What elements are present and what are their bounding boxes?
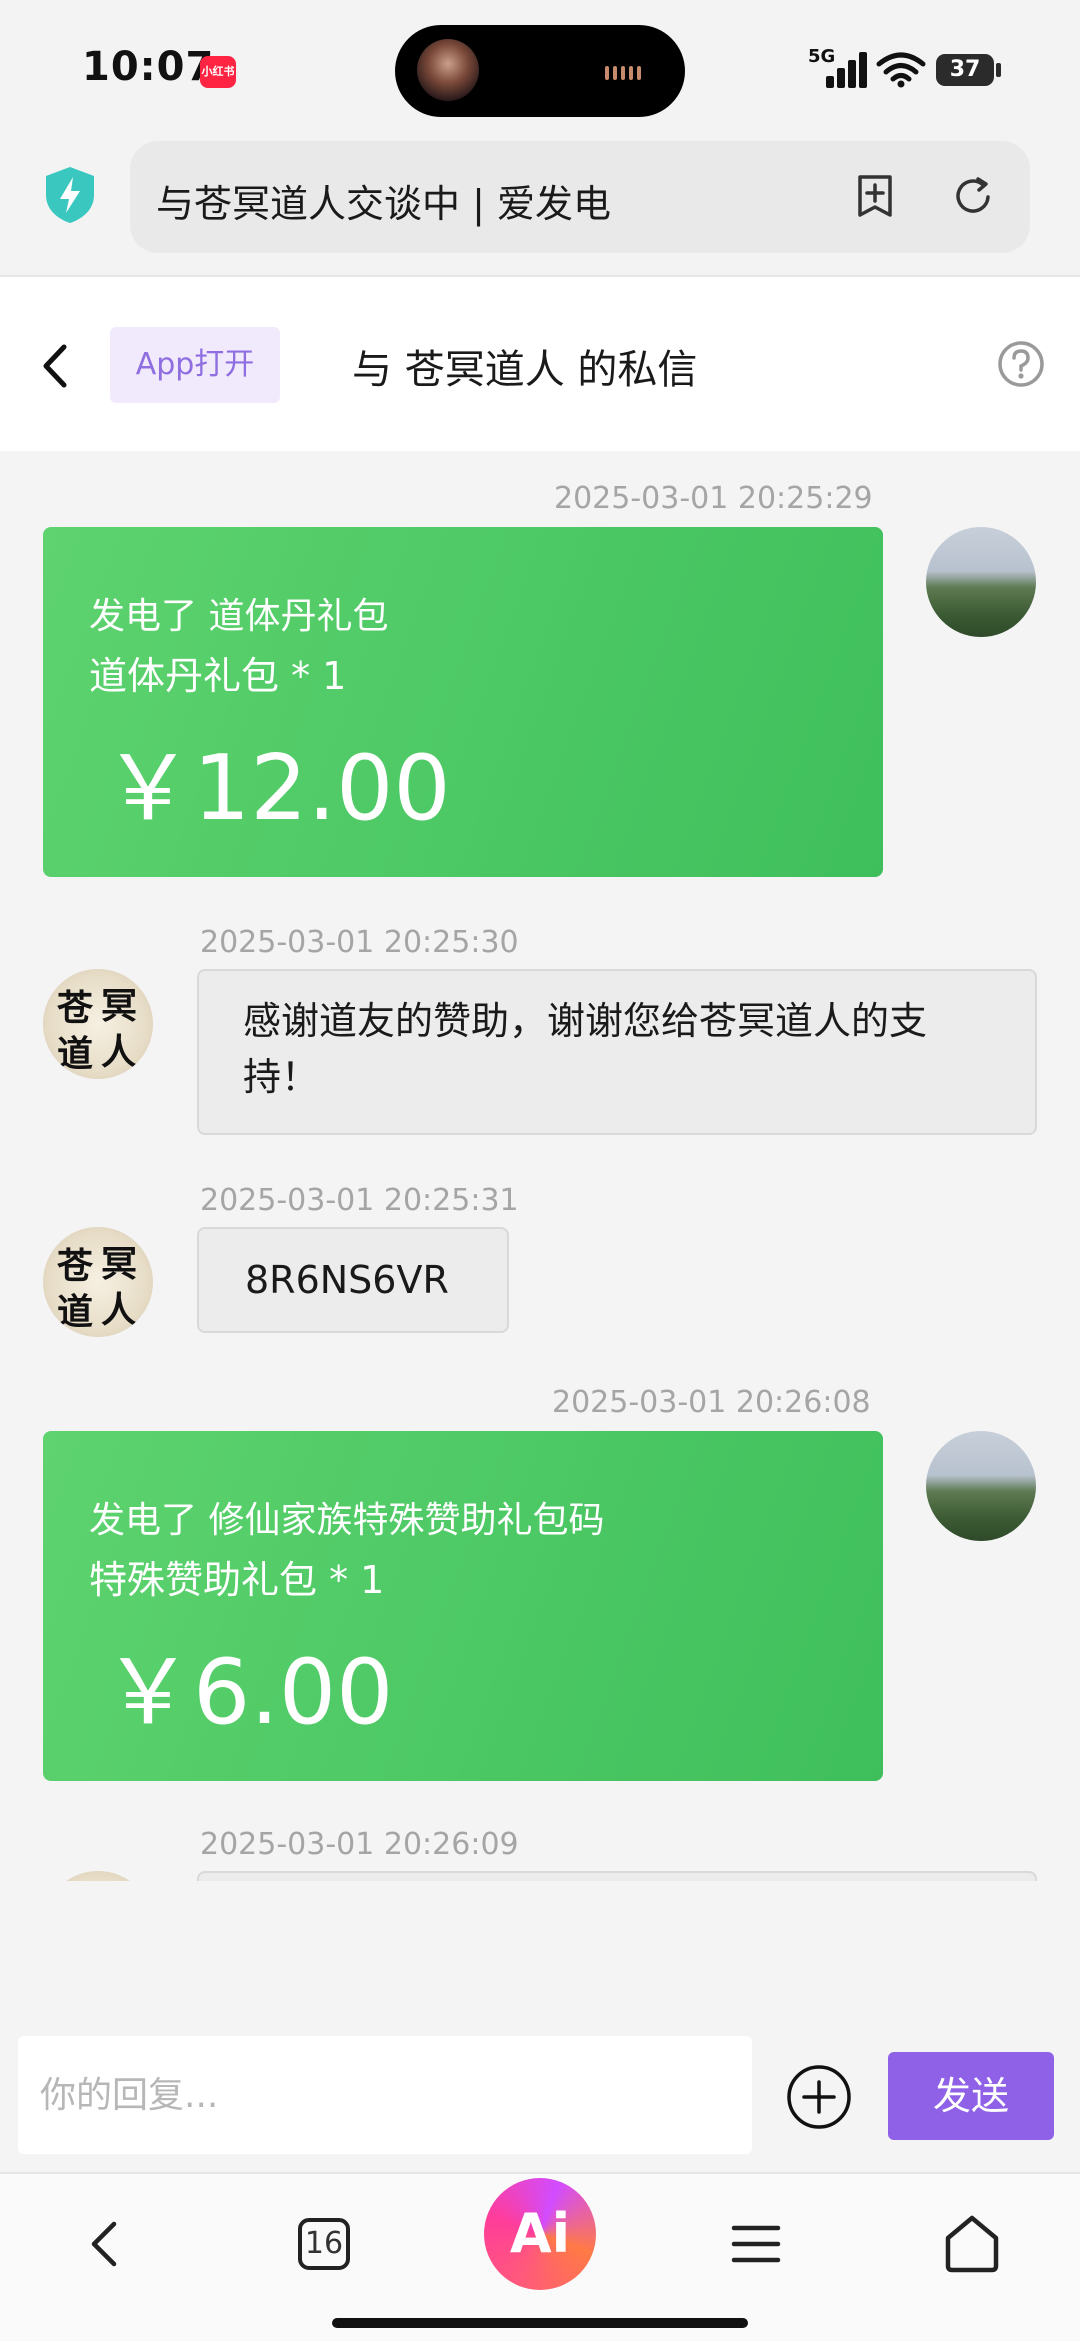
dynamic-island[interactable] [395, 25, 685, 117]
status-bar: 10:07 小红书 5G 37 [0, 0, 1080, 135]
ai-assistant-button[interactable]: Ai [484, 2178, 596, 2290]
sponsor-item: 道体丹礼包 * 1 [89, 654, 347, 698]
back-arrow-icon[interactable] [36, 341, 76, 391]
reply-bar: 发送 [0, 2020, 1080, 2170]
sponsor-title: 发电了 道体丹礼包 [89, 596, 389, 637]
back-icon[interactable] [66, 2204, 146, 2284]
creator-avatar[interactable]: 苍冥 道人 [43, 969, 153, 1079]
now-playing-avatar [417, 39, 479, 101]
message-list[interactable]: 2025-03-01 20:25:29 发电了 道体丹礼包 道体丹礼包 * 1 … [0, 451, 1080, 1881]
message-timestamp: 2025-03-01 20:25:29 [554, 481, 873, 516]
home-indicator[interactable] [332, 2318, 748, 2328]
message-timestamp: 2025-03-01 20:26:08 [552, 1385, 871, 1420]
browser-bottom-nav: 16 Ai [0, 2172, 1080, 2341]
battery-tip [996, 63, 1001, 77]
page-header: App打开 与 苍冥道人 的私信 [0, 277, 1080, 451]
sponsor-title: 发电了 修仙家族特殊赞助礼包码 [89, 1500, 605, 1541]
sponsor-card[interactable]: 发电了 道体丹礼包 道体丹礼包 * 1 ￥12.00 [43, 527, 883, 877]
audio-wave-icon [605, 65, 649, 80]
message-bubble[interactable] [197, 1871, 1037, 1881]
user-avatar[interactable] [926, 527, 1036, 637]
status-time: 10:07 [82, 44, 215, 90]
message-bubble[interactable]: 感谢道友的赞助，谢谢您给苍冥道人的支持！ [197, 969, 1037, 1135]
help-icon[interactable] [996, 339, 1046, 389]
redeem-code-bubble[interactable]: 8R6NS6VR [197, 1227, 509, 1333]
sponsor-price: ￥12.00 [103, 736, 451, 841]
tabs-button[interactable]: 16 [284, 2204, 364, 2284]
home-icon[interactable] [932, 2204, 1012, 2284]
sponsor-card[interactable]: 发电了 修仙家族特殊赞助礼包码 特殊赞助礼包 * 1 ￥6.00 [43, 1431, 883, 1781]
user-avatar[interactable] [926, 1431, 1036, 1541]
creator-avatar[interactable]: 苍冥 道人 [43, 1227, 153, 1337]
shield-lightning-icon[interactable] [44, 165, 96, 225]
message-timestamp: 2025-03-01 20:25:30 [200, 925, 519, 960]
message-timestamp: 2025-03-01 20:25:31 [200, 1183, 519, 1218]
sponsor-item: 特殊赞助礼包 * 1 [89, 1558, 385, 1602]
reply-input[interactable] [18, 2036, 752, 2154]
send-button[interactable]: 发送 [888, 2052, 1054, 2140]
signal-icon [826, 52, 870, 88]
page-title: 与 苍冥道人 的私信 [352, 347, 698, 393]
sponsor-price: ￥6.00 [103, 1640, 394, 1745]
tab-count: 16 [304, 2226, 344, 2261]
url-field[interactable]: 与苍冥道人交谈中 | 爱发电 [130, 141, 1030, 253]
browser-address-bar: 与苍冥道人交谈中 | 爱发电 [0, 135, 1080, 277]
menu-icon[interactable] [716, 2204, 796, 2284]
url-title: 与苍冥道人交谈中 | 爱发电 [156, 182, 611, 226]
battery-icon: 37 [936, 54, 994, 86]
xiaohongshu-badge-icon: 小红书 [200, 56, 236, 88]
add-bookmark-icon[interactable] [850, 171, 900, 221]
refresh-icon[interactable] [948, 171, 998, 221]
creator-avatar[interactable] [43, 1871, 153, 1881]
message-timestamp: 2025-03-01 20:26:09 [200, 1827, 519, 1862]
open-in-app-button[interactable]: App打开 [110, 327, 280, 403]
add-attachment-icon[interactable] [786, 2064, 852, 2130]
wifi-icon [876, 52, 926, 88]
